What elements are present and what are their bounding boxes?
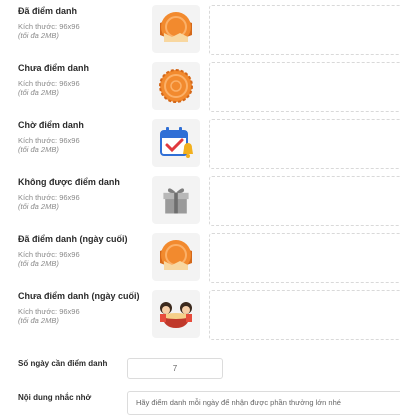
mooncake-icon <box>160 12 192 42</box>
gift-box-icon <box>163 188 189 214</box>
icon-preview[interactable] <box>152 176 200 224</box>
days-required-input[interactable]: 7 <box>127 358 223 379</box>
row-size-hint: Kích thước: 96x96 <box>18 307 80 316</box>
reminder-content-label: Nội dung nhắc nhở <box>18 393 92 402</box>
upload-area[interactable] <box>209 62 400 112</box>
upload-area[interactable] <box>209 119 400 169</box>
row-title: Đã điểm danh (ngày cuối) <box>18 234 128 244</box>
row-size-note: (tối đa 2MB) <box>18 316 59 325</box>
row-label-block: Chờ điểm danh Kích thước: 96x96 (tối đa … <box>18 119 158 154</box>
icon-preview[interactable] <box>152 119 200 167</box>
upload-area[interactable] <box>209 5 400 55</box>
row-size-note: (tối đa 2MB) <box>18 145 59 154</box>
mooncake-icon <box>160 240 192 270</box>
icon-preview[interactable] <box>152 290 200 338</box>
row-title: Chờ điểm danh <box>18 120 84 130</box>
row-title: Đã điểm danh <box>18 6 78 16</box>
days-required-label: Số ngày cần điểm danh <box>18 359 108 368</box>
row-size-hint: Kích thước: 96x96 <box>18 250 80 259</box>
icon-preview[interactable] <box>152 5 200 53</box>
reminder-content-input[interactable]: Hãy điểm danh mỗi ngày để nhận được phần… <box>127 391 400 415</box>
row-size-note: (tối đa 2MB) <box>18 31 59 40</box>
kids-eating-icon <box>160 302 192 328</box>
upload-area[interactable] <box>209 233 400 283</box>
upload-area[interactable] <box>209 176 400 226</box>
row-size-note: (tối đa 2MB) <box>18 202 59 211</box>
row-size-note: (tối đa 2MB) <box>18 259 59 268</box>
mooncake-icon <box>159 69 193 103</box>
row-size-hint: Kích thước: 96x96 <box>18 193 80 202</box>
row-label-block: Đã điểm danh (ngày cuối) Kích thước: 96x… <box>18 233 158 268</box>
row-size-hint: Kích thước: 96x96 <box>18 22 80 31</box>
upload-area[interactable] <box>209 290 400 340</box>
row-title: Chưa điểm danh (ngày cuối) <box>18 291 140 301</box>
row-title: Không được điểm danh <box>18 177 120 187</box>
row-size-hint: Kích thước: 96x96 <box>18 136 80 145</box>
row-label-block: Đã điểm danh Kích thước: 96x96 (tối đa 2… <box>18 5 158 40</box>
row-title: Chưa điểm danh <box>18 63 90 73</box>
icon-preview[interactable] <box>152 62 200 110</box>
row-label-block: Chưa điểm danh Kích thước: 96x96 (tối đa… <box>18 62 158 97</box>
row-label-block: Không được điểm danh Kích thước: 96x96 (… <box>18 176 158 211</box>
row-size-hint: Kích thước: 96x96 <box>18 79 80 88</box>
row-label-block: Chưa điểm danh (ngày cuối) Kích thước: 9… <box>18 290 158 325</box>
icon-preview[interactable] <box>152 233 200 281</box>
calendar-bell-icon <box>160 127 193 158</box>
row-size-note: (tối đa 2MB) <box>18 88 59 97</box>
